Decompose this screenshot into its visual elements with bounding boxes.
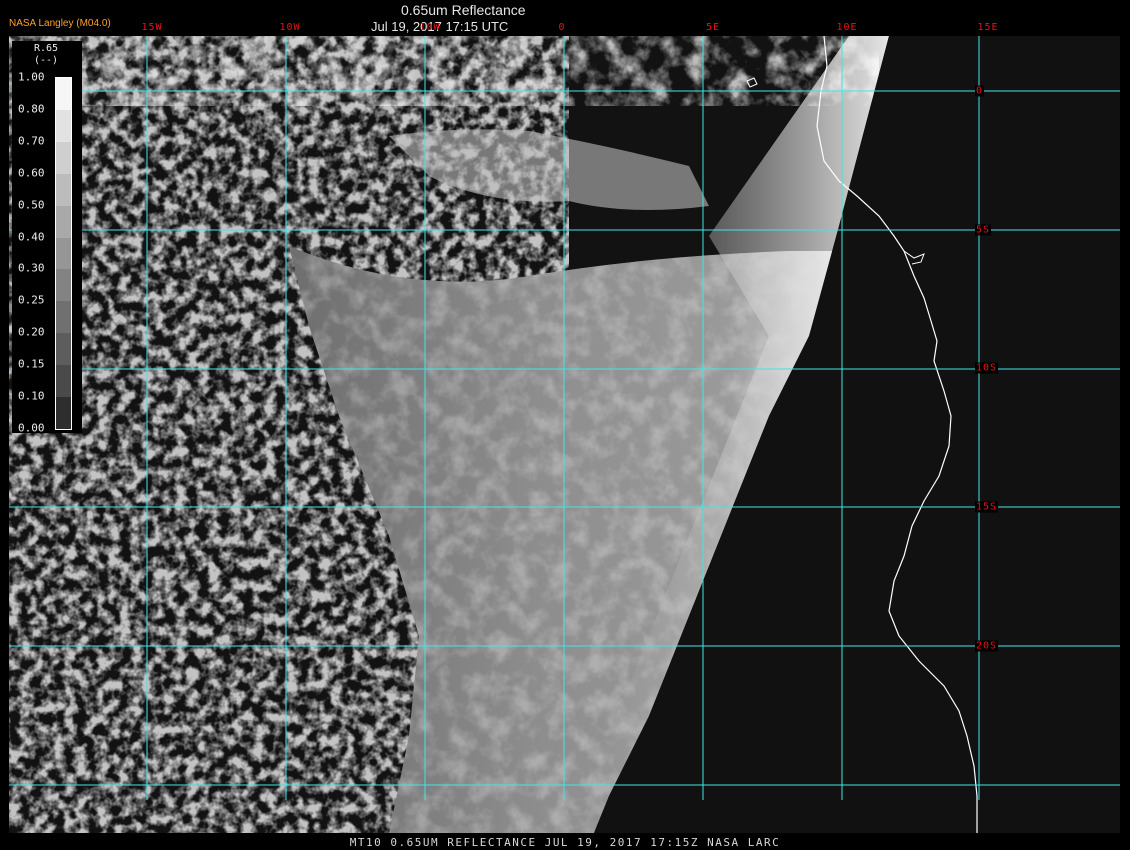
- lat-label-15s: 15S: [975, 501, 999, 513]
- legend-tick-label: 0.00: [18, 421, 45, 435]
- legend-title: R.65: [34, 43, 59, 54]
- legend-tick-label: 0.15: [18, 357, 45, 371]
- legend-tick-label: 0.30: [18, 261, 45, 275]
- ramp-segment: [56, 141, 71, 175]
- legend-tick-label: 0.50: [18, 198, 45, 212]
- footer-caption: MT10 0.65UM REFLECTANCE JUL 19, 2017 17:…: [349, 836, 781, 849]
- lat-label-5s: 5S: [975, 224, 992, 236]
- ramp-segment: [56, 397, 71, 430]
- color-legend: R.65 (--) 1.00 0.80 0.70 0.60 0.50 0.40 0.30 0.…: [12, 41, 82, 435]
- product-title: 0.65um Reflectance: [401, 2, 526, 18]
- ramp-segment: [56, 205, 71, 239]
- ramp-segment: [56, 237, 71, 270]
- lat-label-20s: 20S: [975, 640, 999, 652]
- legend-tick-label: 0.60: [18, 166, 45, 180]
- lon-label-15w: 15W: [141, 22, 163, 33]
- lon-label-10w: 10W: [279, 22, 301, 33]
- lat-label-0: 0: [975, 85, 985, 97]
- ramp-segment: [56, 333, 71, 366]
- ramp-segment: [56, 78, 71, 111]
- lon-label-5e: 5E: [705, 22, 721, 33]
- legend-tick-label: 0.40: [18, 230, 45, 244]
- lon-label-0: 0: [558, 22, 566, 33]
- lon-label-10w-extra: 10W: [419, 22, 441, 33]
- legend-tick-label: 0.25: [18, 293, 45, 307]
- satellite-image[interactable]: [9, 36, 1120, 833]
- ramp-segment: [56, 173, 71, 207]
- legend-tick-label: 0.80: [18, 102, 45, 116]
- ramp-segment: [56, 301, 71, 334]
- color-ramp: [55, 77, 72, 430]
- lat-label-10s: 10S: [975, 362, 999, 374]
- legend-units: (--): [34, 55, 59, 66]
- northern-cloud-band: [9, 36, 879, 106]
- imagery-svg: [9, 36, 1120, 833]
- lon-label-10e: 10E: [836, 22, 858, 33]
- credit-label: NASA Langley (M04.0): [9, 18, 111, 29]
- legend-tick-label: 0.70: [18, 134, 45, 148]
- ramp-segment: [56, 109, 71, 143]
- ramp-segment: [56, 365, 71, 398]
- lon-label-15e: 15E: [977, 22, 999, 33]
- legend-tick-label: 1.00: [18, 70, 45, 84]
- legend-tick-label: 0.20: [18, 325, 45, 339]
- ramp-segment: [56, 269, 71, 302]
- legend-tick-label: 0.10: [18, 389, 45, 403]
